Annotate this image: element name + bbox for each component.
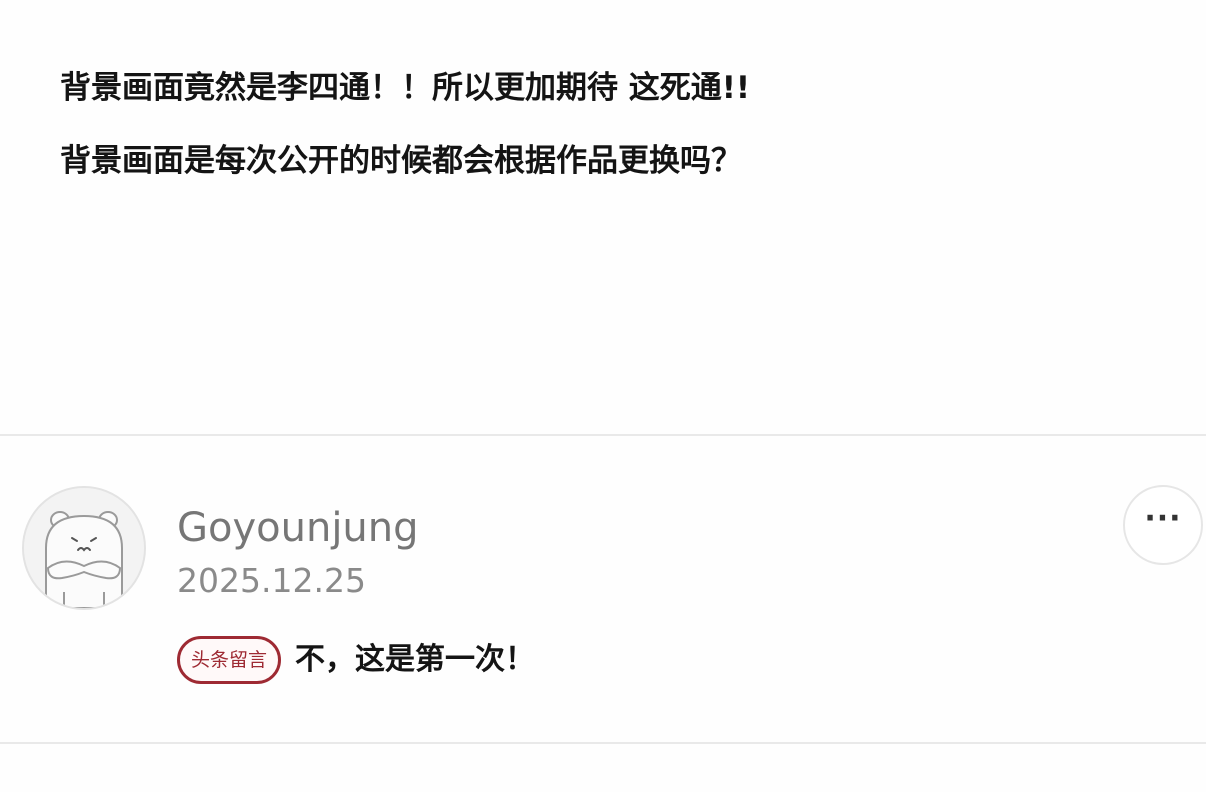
post-content: 背景画面竟然是李四通！！所以更加期待 这死通!! 背景画面是每次公开的时候都会根…	[60, 68, 750, 181]
top-comment-badge: 头条留言	[177, 636, 282, 684]
more-dots-icon: ···	[1144, 501, 1182, 536]
hamster-avatar-icon	[24, 488, 144, 608]
comment-username[interactable]: Goyounjung	[177, 504, 419, 552]
divider	[0, 434, 1206, 436]
comment-date: 2025.12.25	[177, 561, 366, 600]
post-text-line-1: 背景画面竟然是李四通！！所以更加期待 这死通!!	[60, 70, 751, 106]
post-text-line-2: 背景画面是每次公开的时候都会根据作品更换吗？	[60, 143, 742, 179]
comment-body: 头条留言 不，这是第一次！	[177, 636, 535, 684]
avatar[interactable]	[22, 486, 146, 610]
post-page: 背景画面竟然是李四通！！所以更加期待 这死通!! 背景画面是每次公开的时候都会根…	[0, 0, 1206, 792]
divider	[0, 742, 1206, 744]
comment-text: 不，这是第一次！	[295, 642, 536, 677]
more-options-button[interactable]: ···	[1123, 485, 1203, 565]
